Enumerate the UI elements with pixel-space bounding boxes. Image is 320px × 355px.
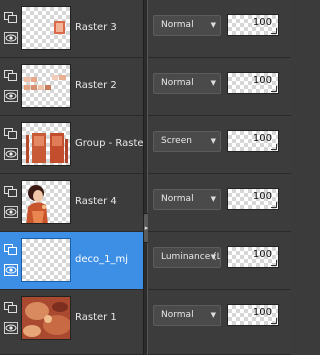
layer-thumbnail (21, 180, 71, 224)
layer-props-row: Normal ▼ 100 (148, 174, 291, 232)
blend-mode-label: Normal (161, 194, 194, 204)
layer-stack-icon[interactable] (4, 128, 18, 140)
layer-thumbnail (21, 6, 71, 50)
opacity-field[interactable]: 100 (227, 246, 279, 268)
layer-row-raster-2[interactable]: Raster 2 (0, 58, 143, 116)
opacity-value: 100 (252, 191, 272, 202)
layer-stack-icon[interactable] (4, 12, 18, 24)
chevron-down-icon: ▼ (210, 195, 216, 203)
opacity-field[interactable]: 100 (227, 130, 279, 152)
layer-name: deco_1_mj (75, 254, 128, 265)
opacity-value: 100 (252, 75, 272, 86)
chevron-down-icon: ▼ (210, 137, 216, 145)
resize-corner-icon (271, 202, 277, 208)
blend-mode-label: Screen (161, 136, 192, 146)
layer-stack-icon[interactable] (4, 244, 18, 256)
layer-list-pane: Raster 3 Raster 2 Group - Raster 2 Raste… (0, 0, 157, 355)
chevron-down-icon: ▼ (210, 253, 216, 261)
resize-corner-icon (271, 144, 277, 150)
layer-stack-icon[interactable] (4, 70, 18, 82)
opacity-field[interactable]: 100 (227, 304, 279, 326)
resize-corner-icon (271, 260, 277, 266)
blend-mode-label: Normal (161, 78, 194, 88)
layer-props-row: Luminance (L) ▼ 100 (148, 232, 291, 290)
layer-props-row: Normal ▼ 100 (148, 58, 291, 116)
blend-mode-dropdown[interactable]: Normal ▼ (153, 305, 221, 326)
layer-name: Raster 4 (75, 196, 117, 207)
layer-row-raster-4[interactable]: Raster 4 (0, 174, 143, 232)
eye-icon[interactable] (4, 90, 18, 102)
layer-thumbnail (21, 122, 71, 166)
layer-row-group-raster-2[interactable]: Group - Raster 2 (0, 116, 157, 174)
layer-thumbnail (21, 296, 71, 340)
layer-name: Raster 1 (75, 312, 117, 323)
eye-icon[interactable] (4, 148, 18, 160)
blend-mode-label: Normal (161, 20, 194, 30)
eye-icon[interactable] (4, 32, 18, 44)
chevron-down-icon: ▼ (210, 21, 216, 29)
layer-thumbnail (21, 238, 71, 282)
blend-mode-dropdown[interactable]: Normal ▼ (153, 189, 221, 210)
blend-mode-dropdown[interactable]: Screen ▼ (153, 131, 221, 152)
layer-row-raster-1[interactable]: Raster 1 (0, 290, 143, 355)
layer-stack-icon[interactable] (4, 186, 18, 198)
resize-corner-icon (271, 318, 277, 324)
resize-corner-icon (271, 86, 277, 92)
layer-props-row: Normal ▼ 100 (148, 0, 291, 58)
blend-mode-label: Normal (161, 310, 194, 320)
layer-props-row: Normal ▼ 100 (148, 290, 291, 355)
layer-thumbnail (21, 64, 71, 108)
opacity-value: 100 (252, 133, 272, 144)
eye-icon[interactable] (4, 322, 18, 334)
opacity-field[interactable]: 100 (227, 72, 279, 94)
blend-mode-dropdown[interactable]: Normal ▼ (153, 73, 221, 94)
layer-name: Raster 2 (75, 80, 117, 91)
layer-props-row: Screen ▼ 100 (148, 116, 291, 174)
opacity-value: 100 (252, 249, 272, 260)
layer-name: Raster 3 (75, 22, 117, 33)
blend-mode-dropdown[interactable]: Normal ▼ (153, 15, 221, 36)
layer-row-deco-1-mj[interactable]: deco_1_mj (0, 232, 143, 290)
layer-stack-icon[interactable] (4, 302, 18, 314)
opacity-field[interactable]: 100 (227, 188, 279, 210)
eye-icon[interactable] (4, 264, 18, 276)
chevron-down-icon: ▼ (210, 311, 216, 319)
layer-row-raster-3[interactable]: Raster 3 (0, 0, 143, 58)
eye-icon[interactable] (4, 206, 18, 218)
chevron-down-icon: ▼ (210, 79, 216, 87)
blend-mode-dropdown[interactable]: Luminance (L) ▼ (153, 247, 221, 268)
opacity-value: 100 (252, 17, 272, 28)
opacity-field[interactable]: 100 (227, 14, 279, 36)
resize-corner-icon (271, 28, 277, 34)
layer-properties-pane: Normal ▼ 100 Normal ▼ 100 Screen ▼ 100 Norm… (148, 0, 291, 355)
opacity-value: 100 (252, 307, 272, 318)
